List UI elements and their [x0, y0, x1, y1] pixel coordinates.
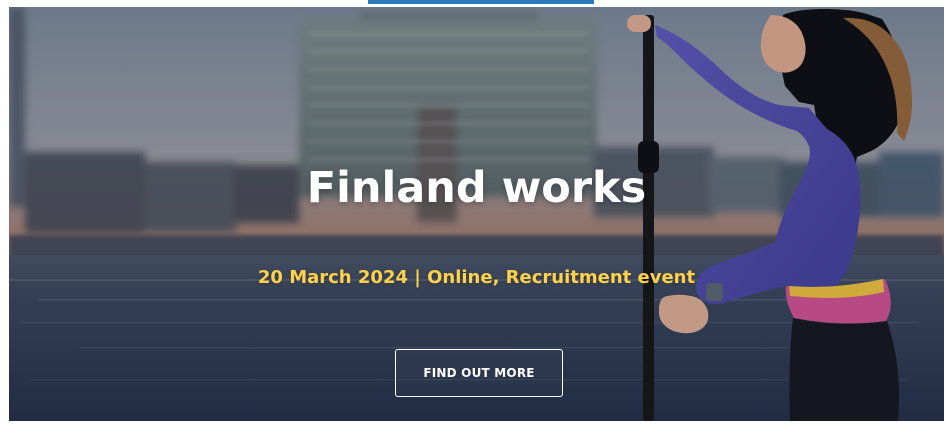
hero-title: Finland works [306, 163, 647, 213]
find-out-more-button[interactable]: FIND OUT MORE [395, 349, 563, 397]
active-indicator [368, 0, 594, 4]
page: Finland works 20 March 2024 | Online, Re… [0, 0, 946, 426]
event-details-subtitle: 20 March 2024 | Online, Recruitment even… [257, 267, 696, 288]
hero-banner: Finland works 20 March 2024 | Online, Re… [9, 7, 944, 421]
